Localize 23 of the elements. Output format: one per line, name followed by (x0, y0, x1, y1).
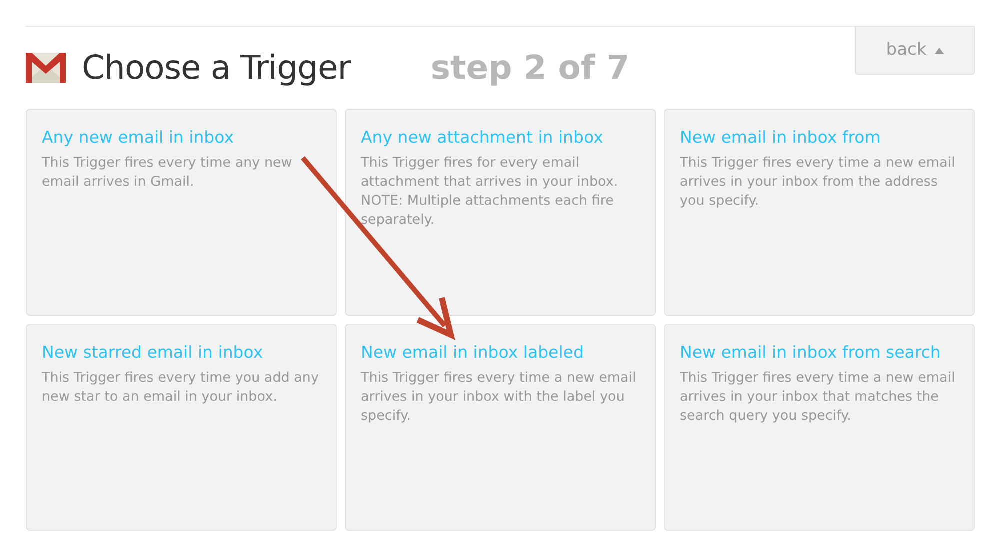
page-title: Choose a Trigger (82, 48, 351, 88)
step-indicator: step 2 of 7 (430, 47, 630, 90)
trigger-description: This Trigger fires every time a new email arrives in your inbox from the address you specify. (680, 154, 956, 211)
trigger-title: New email in inbox from search (680, 342, 942, 364)
trigger-card[interactable]: Any new email in inbox This Trigger fires every time any new email arrives in Gmail. (26, 109, 337, 316)
trigger-card[interactable]: New email in inbox labeled This Trigger fires every time a new email arrives in your inbox with the label you specify. (345, 324, 656, 531)
caret-up-icon (934, 48, 944, 54)
trigger-description: This Trigger fires every time a new email arrives in your inbox that matches the search query you specify. (680, 368, 956, 426)
trigger-title: Any new attachment in inbox (361, 127, 604, 149)
trigger-card[interactable]: New email in inbox from This Trigger fires every time a new email arrives in your inbox from the address you specify. (664, 109, 975, 316)
trigger-title: New email in inbox labeled (361, 342, 585, 364)
trigger-title: New starred email in inbox (42, 342, 264, 364)
trigger-description: This Trigger fires every time you add any new star to an email in your inbox. (42, 368, 320, 407)
trigger-description: This Trigger fires every time any new email arrives in Gmail. (42, 154, 294, 192)
back-button[interactable]: back (855, 27, 975, 75)
trigger-card[interactable]: Any new attachment in inbox This Trigger fires for every email attachment that arrives in your inbox. NOTE: Multiple attachments each fire separately. (345, 109, 656, 316)
mail-icon (26, 53, 66, 83)
trigger-card[interactable]: New starred email in inbox This Trigger fires every time you add any new star to an email in your inbox. (26, 324, 337, 531)
trigger-card[interactable]: New email in inbox from search This Trigger fires every time a new email arrives in your inbox that matches the search query you specify. (664, 324, 975, 531)
trigger-description: This Trigger fires for every email attachment that arrives in your inbox. NOTE: Multiple attachments each fire separately. (361, 154, 620, 230)
trigger-title: Any new email in inbox (42, 127, 236, 149)
trigger-title: New email in inbox from (680, 127, 882, 149)
trigger-description: This Trigger fires every time a new email arrives in your inbox with the label you specify. (361, 368, 638, 426)
